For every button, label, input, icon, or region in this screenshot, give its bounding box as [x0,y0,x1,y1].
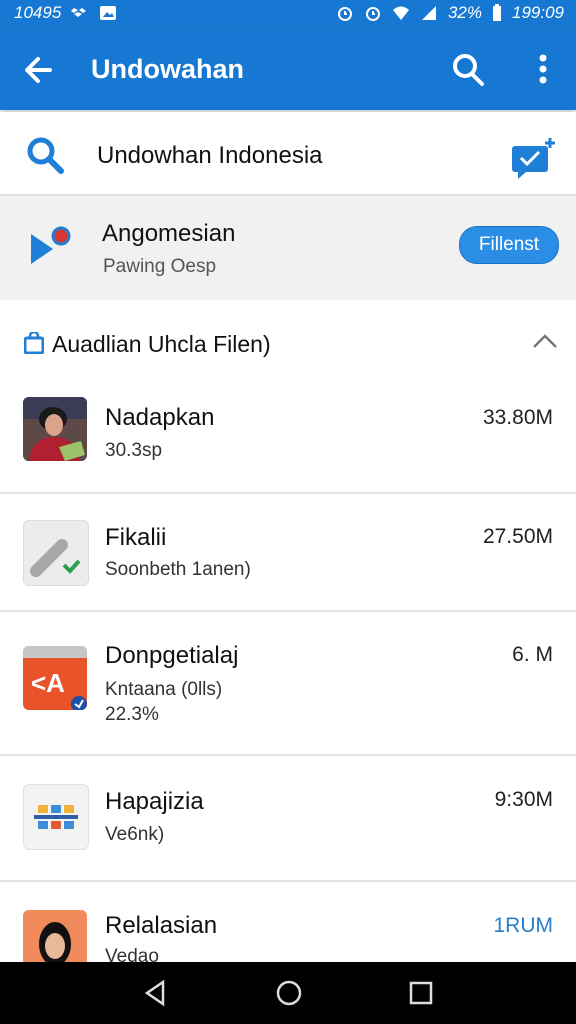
item-size: 6. M [512,643,553,666]
more-options-icon[interactable] [526,50,560,88]
app-bar: Undowahan [0,28,576,110]
list-item[interactable]: Fikalii Soonbeth 1anen) 27.50M [0,494,576,612]
item-name: Relalasian [105,912,218,939]
status-left-text: 10495 [14,3,62,22]
featured-action-button[interactable]: Fillenst [459,226,559,264]
battery-icon [493,4,501,21]
item-size: 9:30M [494,788,553,811]
home-nav-icon[interactable] [274,978,304,1008]
item-subtitle: Kntaana (0lls) [105,679,223,700]
section-header[interactable]: Auadlian Uhcla Filen) [0,302,576,382]
item-percent: 22.3% [105,704,159,725]
navigation-bar [0,962,576,1024]
blocks-icon [34,805,78,829]
image-icon [100,6,117,20]
item-name: Donpgetialaj [105,642,239,669]
list-item[interactable]: Relalasian Vedao 1RUM [0,882,576,962]
list-item[interactable]: <A Donpgetialaj Kntaana (0lls) 22.3% 6. … [0,612,576,756]
chat-check-icon[interactable] [510,136,558,182]
item-size: 33.80M [482,406,553,429]
person-photo-thumbnail [23,910,87,962]
item-subtitle: Ve6nk) [105,824,165,845]
svg-text:<A: <A [31,668,65,698]
battery-percent: 32% [447,3,482,22]
item-name: Fikalii [105,524,167,551]
status-bar: 10495 32% 199:09 [0,0,576,28]
list-item[interactable]: Hapajizia Ve6nk) 9:30M [0,756,576,882]
phone-icon [30,539,81,577]
featured-title: Angomesian [102,220,236,247]
item-subtitle: Soonbeth 1anen) [105,559,251,580]
play-logo-icon [31,226,71,264]
item-subtitle: Vedao [105,946,159,962]
page-title: Undowahan [91,54,244,84]
orange-calendar-icon: <A [23,646,87,710]
back-arrow-icon[interactable] [20,52,56,88]
wifi-icon [392,6,409,20]
item-size: 27.50M [482,525,553,548]
alarm-icon-2 [365,7,380,21]
featured-row[interactable]: Angomesian Pawing Oesp Fillenst [0,196,576,300]
search-query[interactable]: Undowhan Indonesia [97,142,323,170]
search-icon [27,137,64,174]
person-icon [23,910,87,962]
orange-app-thumbnail: <A [23,646,87,710]
chevron-up-icon[interactable] [532,332,558,350]
list-item[interactable]: Nadapkan 30.3sp 33.80M [0,382,576,494]
item-subtitle: 30.3sp [105,440,163,461]
featured-subtitle: Pawing Oesp [103,256,217,277]
item-size: 1RUM [493,914,553,937]
blocks-app-thumbnail [23,784,89,850]
search-icon[interactable] [450,50,486,88]
alarm-icon [337,7,352,21]
recents-nav-icon[interactable] [406,978,436,1008]
back-nav-icon[interactable] [141,978,171,1008]
search-row[interactable]: Undowhan Indonesia [0,112,576,196]
section-title: Auadlian Uhcla Filen) [52,331,271,357]
signal-icon [421,6,436,20]
item-name: Nadapkan [105,404,215,431]
person-icon [23,397,87,461]
dropbox-icon [71,8,87,17]
item-name: Hapajizia [105,788,204,815]
phone-app-thumbnail [23,520,89,586]
shopping-bag-icon [24,332,44,354]
clock: 199:09 [512,3,564,22]
person-photo-thumbnail [23,397,87,461]
